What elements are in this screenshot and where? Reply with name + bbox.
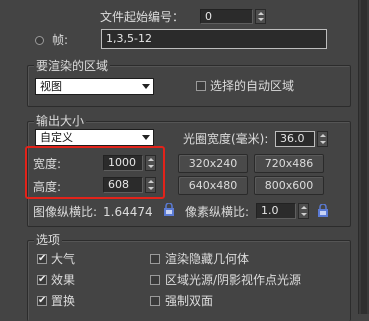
options-title: 选项 — [34, 233, 63, 247]
preset-dropdown[interactable]: 自定义 — [35, 129, 154, 146]
effects-checkbox[interactable]: ✔ — [37, 275, 47, 285]
force-2sided-checkbox[interactable] — [150, 296, 160, 306]
atmosphere-checkbox[interactable]: ✔ — [37, 254, 47, 264]
file-start-spinner[interactable] — [255, 9, 266, 24]
force-2sided-label: 强制双面 — [165, 294, 214, 308]
view-dropdown[interactable]: 视图 — [35, 78, 154, 95]
aperture-input[interactable]: 36.0 — [275, 131, 315, 147]
highlight-box — [25, 146, 165, 199]
render-hidden-label: 渲染隐藏几何体 — [165, 252, 250, 266]
pixel-aspect-label: 像素纵横比: — [185, 205, 250, 219]
chevron-down-icon — [142, 84, 150, 89]
atmosphere-label: 大气 — [51, 252, 76, 266]
preset-720x486-button[interactable]: 720x486 — [254, 154, 324, 173]
render-area-title: 要渲染的区域 — [34, 59, 111, 73]
preset-800x600-button[interactable]: 800x600 — [254, 176, 324, 195]
displacement-label: 置换 — [51, 294, 76, 308]
output-size-title: 输出大小 — [34, 114, 87, 128]
view-dropdown-value: 视图 — [40, 80, 62, 93]
frames-label: 帧: — [52, 33, 69, 47]
scrollbar[interactable] — [358, 0, 369, 314]
lock-icon[interactable] — [317, 204, 329, 217]
preset-640x480-button[interactable]: 640x480 — [178, 176, 248, 195]
preset-320x240-button[interactable]: 320x240 — [178, 154, 248, 173]
auto-region-label: 选择的自动区域 — [210, 79, 295, 93]
aperture-label: 光圈宽度(毫米): — [183, 132, 269, 146]
file-start-input[interactable]: 0 — [200, 9, 253, 24]
aperture-spinner[interactable] — [317, 131, 328, 147]
image-aspect-value: 1.64474 — [103, 205, 153, 219]
displacement-checkbox[interactable]: ✔ — [37, 296, 47, 306]
image-aspect-label: 图像纵横比: — [33, 205, 98, 219]
render-hidden-checkbox[interactable] — [150, 254, 160, 264]
preset-dropdown-value: 自定义 — [40, 131, 73, 144]
area-lights-label: 区域光源/阴影视作点光源 — [165, 273, 302, 287]
pixel-aspect-input[interactable]: 1.0 — [256, 203, 296, 219]
effects-label: 效果 — [51, 273, 76, 287]
frames-radio[interactable] — [35, 36, 44, 45]
auto-region-checkbox[interactable] — [196, 81, 206, 91]
frames-input[interactable]: 1,3,5-12 — [101, 29, 327, 49]
area-lights-checkbox[interactable] — [150, 275, 160, 285]
file-start-label: 文件起始编号： — [100, 10, 185, 24]
chevron-down-icon — [142, 135, 150, 140]
pixel-aspect-spinner[interactable] — [298, 203, 309, 219]
lock-icon[interactable] — [163, 203, 175, 216]
